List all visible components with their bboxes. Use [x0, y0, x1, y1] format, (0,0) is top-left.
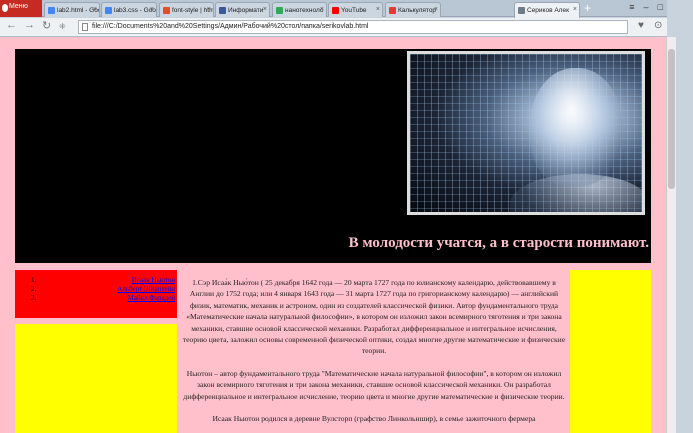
tab-label: Информати [228, 7, 264, 14]
menu-item-number: 1. [31, 276, 37, 284]
menu-item-number: 2. [31, 285, 37, 293]
tab-label: нанотехноло [285, 7, 324, 14]
browser-tab[interactable]: Сериков Алек × [514, 2, 580, 18]
tab-close-icon[interactable]: × [150, 6, 154, 13]
back-arrow-icon[interactable]: ← [6, 19, 17, 31]
tab-favicon-icon [163, 7, 170, 14]
tab-label: YouTube [341, 7, 367, 14]
menu-link[interactable]: Майкл Фарадей [128, 294, 175, 302]
header-banner: В молодости учатся, а в старости понимаю… [15, 49, 651, 263]
menu-link[interactable]: Исаак Ньютон [132, 276, 175, 284]
menu-link[interactable]: Альберт Эйнштейн [117, 285, 175, 293]
tab-close-icon[interactable]: × [320, 6, 324, 13]
reload-icon[interactable]: ↻ [42, 19, 51, 32]
browser-tab[interactable]: Калькулятор × [385, 2, 441, 17]
page-icon [82, 23, 88, 31]
browser-window: Меню lab2.html - Goo × lab3.css - Goo × font… [0, 0, 693, 433]
tab-close-icon[interactable]: × [434, 6, 438, 13]
article-paragraph: Ньютон – автор фундаментального труда "М… [183, 368, 565, 401]
download-icon[interactable]: ⊙ [654, 20, 662, 31]
article-paragraph: 1.Сэр Исаа́к Нью́тон ( 25 декабря 1642 г… [182, 278, 566, 356]
browser-menu-button[interactable]: Меню [0, 0, 42, 17]
browser-tab[interactable]: lab2.html - Goo × [44, 2, 100, 17]
motto-heading: В молодости учатся, а в старости понимаю… [348, 235, 649, 251]
tab-close-icon[interactable]: × [207, 6, 211, 13]
tab-menu-icon[interactable]: ≡ [629, 2, 634, 17]
menu-item: 2. Альберт Эйнштейн [31, 285, 175, 294]
address-bar[interactable]: file:///C:/Documents%20and%20Settings/Ад… [78, 20, 628, 34]
tab-favicon-icon [105, 7, 112, 14]
article-paragraph: Исаак Ньютон родился в деревне Вулсторп … [212, 414, 536, 424]
menu-item: 3. Майкл Фарадей [31, 294, 175, 303]
vertical-scrollbar[interactable] [666, 37, 676, 433]
menu-label: Меню [9, 3, 28, 10]
right-sidebar [570, 270, 651, 433]
browser-tab[interactable]: YouTube × [328, 2, 383, 17]
tab-favicon-icon [48, 7, 55, 14]
tab-favicon-icon [332, 7, 339, 14]
tab-close-icon[interactable]: × [376, 6, 380, 13]
maximize-icon[interactable]: □ [658, 2, 663, 17]
tab-favicon-icon [276, 7, 283, 14]
window-controls: ≡ – □ [585, 0, 667, 17]
android-head-image [407, 51, 645, 215]
left-sidebar [15, 324, 177, 433]
tab-strip: Меню lab2.html - Goo × lab3.css - Goo × font… [0, 0, 667, 18]
tab-close-icon[interactable]: × [93, 6, 97, 13]
forward-arrow-icon[interactable]: → [24, 19, 35, 31]
tab-favicon-icon [219, 7, 226, 14]
speed-dial-icon[interactable]: ⁜ [59, 22, 66, 31]
nav-menu: 1. Исаак Ньютон 2. Альберт Эйнштейн 3. Майкл … [15, 270, 177, 318]
address-toolbar: ← → ↻ ⁜ file:///C:/Documents%20and%20Set… [0, 18, 667, 37]
tab-close-icon[interactable]: × [263, 6, 267, 13]
tab-favicon-icon [518, 7, 525, 14]
browser-tab[interactable]: font-style | htm × [159, 2, 214, 17]
browser-tab[interactable]: нанотехноло × [272, 2, 327, 17]
tab-label: Калькулятор [398, 7, 437, 14]
opera-logo-icon [2, 4, 8, 12]
tab-close-icon[interactable]: × [573, 6, 577, 13]
web-page: В молодости учатся, а в старости понимаю… [0, 37, 667, 433]
heart-icon[interactable]: ♥ [638, 20, 644, 31]
menu-item: 1. Исаак Ньютон [31, 276, 175, 285]
article-content: 1.Сэр Исаа́к Нью́тон ( 25 декабря 1642 г… [180, 277, 568, 433]
minimize-icon[interactable]: – [644, 2, 649, 17]
browser-tab[interactable]: lab3.css - Goo × [101, 2, 157, 17]
menu-item-number: 3. [31, 294, 37, 302]
browser-tab[interactable]: Информати × [215, 2, 270, 17]
tab-favicon-icon [389, 7, 396, 14]
tab-label: Сериков Алек [527, 7, 569, 14]
address-text: file:///C:/Documents%20and%20Settings/Ад… [92, 23, 369, 30]
scrollbar-thumb[interactable] [668, 49, 675, 189]
